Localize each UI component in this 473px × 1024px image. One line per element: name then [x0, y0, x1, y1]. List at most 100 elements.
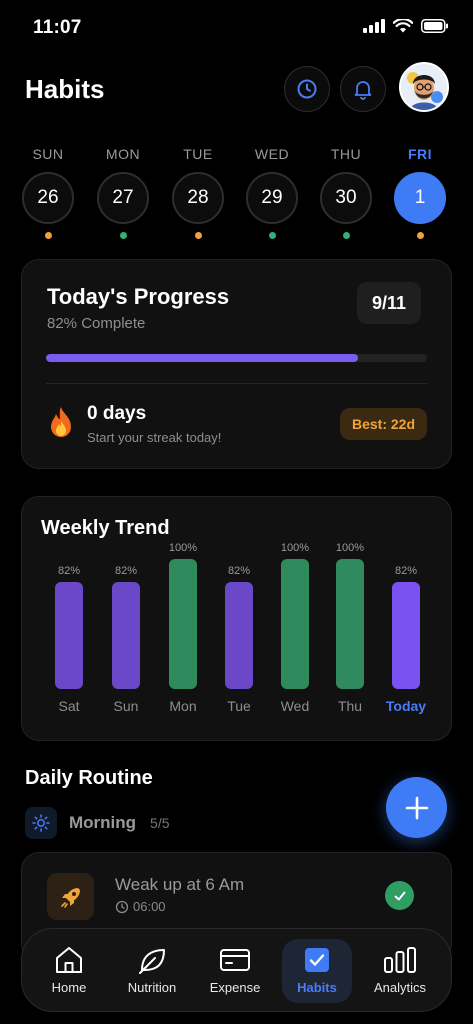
bar-category-label: Sun — [113, 698, 139, 714]
day-name: MON — [105, 146, 141, 162]
notifications-button[interactable] — [340, 66, 386, 112]
nav-label: Habits — [297, 980, 337, 995]
day-status-dot — [268, 232, 276, 239]
history-button[interactable] — [284, 66, 330, 112]
sun-icon — [25, 807, 57, 839]
clock-icon — [297, 79, 317, 99]
signal-icon — [363, 19, 385, 33]
bar-value-label: 82% — [57, 565, 81, 577]
bottom-nav: Home Nutrition Expense Habits Analytics — [21, 928, 452, 1012]
day-name: SUN — [32, 146, 64, 162]
chart-bar — [225, 582, 253, 689]
bar-value-label: 100% — [335, 542, 365, 554]
day-mon[interactable]: MON 27 — [96, 146, 150, 239]
day-tue[interactable]: TUE 28 — [171, 146, 225, 239]
battery-icon — [421, 19, 448, 33]
day-status-dot — [342, 232, 350, 239]
day-name: THU — [330, 146, 362, 162]
fire-icon — [51, 407, 71, 437]
clock-icon — [115, 900, 129, 913]
day-date: 30 — [320, 172, 372, 224]
day-sun[interactable]: SUN 26 — [21, 146, 75, 239]
card-icon — [220, 949, 250, 971]
bar-value-label: 82% — [394, 565, 418, 577]
home-icon — [56, 947, 82, 973]
day-status-dot — [44, 232, 52, 239]
chart-bar — [55, 582, 83, 689]
section-title: Daily Routine — [25, 767, 153, 789]
checkbox-icon — [305, 948, 329, 972]
day-name: TUE — [183, 146, 213, 162]
day-date: 29 — [246, 172, 298, 224]
day-fri[interactable]: FRI 1 — [393, 146, 447, 239]
progress-bar — [46, 354, 427, 362]
progress-bar-fill — [46, 354, 359, 362]
wifi-icon — [393, 19, 413, 33]
day-status-dot — [119, 232, 127, 239]
nav-label: Home — [51, 980, 87, 995]
plus-icon — [405, 796, 428, 819]
bar-value-label: 82% — [227, 565, 251, 577]
bar-value-label: 82% — [114, 565, 138, 577]
best-streak-badge: Best: 22d — [339, 408, 427, 440]
add-habit-button[interactable] — [386, 777, 447, 838]
habit-title: Weak up at 6 Am — [115, 875, 245, 894]
avatar[interactable] — [399, 62, 449, 112]
habit-time: 06:00 — [115, 899, 166, 914]
day-thu[interactable]: THU 30 — [319, 146, 373, 239]
divider — [46, 383, 427, 384]
nav-habits[interactable]: Habits — [282, 939, 352, 1003]
progress-subtitle: 82% Complete — [47, 315, 146, 332]
day-name: WED — [254, 146, 290, 162]
day-date: 1 — [394, 172, 446, 224]
check-icon — [394, 891, 405, 900]
nav-label: Analytics — [373, 980, 427, 995]
day-wed[interactable]: WED 29 — [245, 146, 299, 239]
status-icons — [363, 19, 449, 33]
rocket-icon — [47, 873, 94, 920]
status-bar: 11:07 — [0, 0, 473, 56]
chart-bar — [169, 559, 197, 689]
morning-section-header[interactable]: Morning 5/5 — [25, 807, 170, 839]
chart-bar — [112, 582, 140, 689]
chart-bar — [281, 559, 309, 689]
nav-label: Expense — [209, 980, 261, 995]
chart-bar — [336, 559, 364, 689]
progress-card: Today's Progress 82% Complete 9/11 0 day… — [21, 259, 452, 469]
bar-category-label: Thu — [337, 698, 363, 714]
nav-label: Nutrition — [127, 980, 177, 995]
nav-nutrition[interactable]: Nutrition — [117, 939, 187, 1003]
bar-value-label: 100% — [280, 542, 310, 554]
leaf-icon — [139, 949, 165, 974]
bar-category-label: Today — [385, 698, 427, 714]
streak-subtitle: Start your streak today! — [87, 430, 222, 445]
progress-title: Today's Progress — [47, 284, 230, 309]
weekly-trend-card: Weekly Trend 82% Sat 82% Sun 100% Mon 82% Tue 10… — [21, 496, 452, 741]
bar-category-label: Mon — [169, 698, 197, 714]
day-status-dot — [194, 232, 202, 239]
progress-count-badge: 9/11 — [357, 282, 421, 324]
habit-time-value: 06:00 — [133, 899, 166, 914]
nav-expense[interactable]: Expense — [200, 939, 270, 1003]
day-date: 26 — [22, 172, 74, 224]
day-name: FRI — [407, 146, 433, 162]
streak-title: 0 days — [87, 403, 147, 424]
nav-analytics[interactable]: Analytics — [365, 939, 435, 1003]
habit-done-checkmark[interactable] — [385, 881, 414, 910]
bar-value-label: 100% — [168, 542, 198, 554]
day-date: 28 — [172, 172, 224, 224]
section-count: 5/5 — [150, 815, 170, 831]
bar-chart-icon — [384, 947, 416, 973]
day-status-dot — [416, 232, 424, 239]
chart-bar — [392, 582, 420, 689]
bell-icon — [354, 81, 372, 100]
bar-category-label: Sat — [58, 698, 80, 714]
bar-category-label: Wed — [280, 698, 310, 714]
day-date: 27 — [97, 172, 149, 224]
status-time: 11:07 — [33, 17, 82, 38]
section-name: Morning — [69, 813, 137, 832]
weekly-trend-chart: 82% Sat 82% Sun 100% Mon 82% Tue 100% Wed 100% Thu 8… — [22, 497, 453, 742]
page-title: Habits — [25, 74, 105, 104]
nav-home[interactable]: Home — [34, 939, 104, 1003]
bar-category-label: Tue — [227, 698, 251, 714]
